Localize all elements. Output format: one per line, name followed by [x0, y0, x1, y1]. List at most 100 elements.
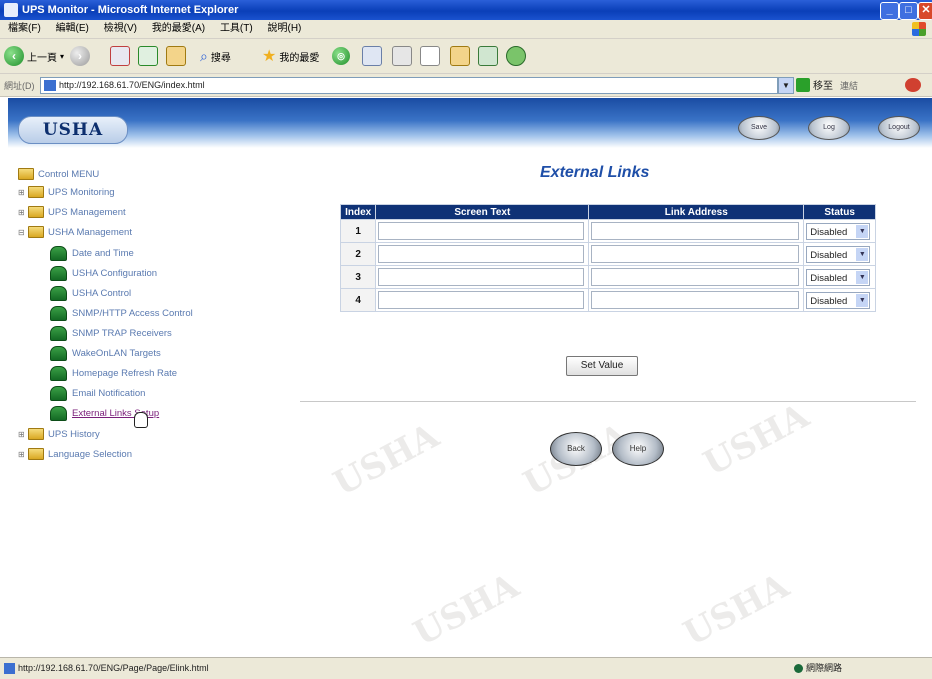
sidebar-item-snmp-http-access-control[interactable]: SNMP/HTTP Access Control	[50, 306, 193, 321]
page-title: External Links	[540, 164, 650, 181]
status-select[interactable]: Disabled ▼	[806, 291, 871, 309]
screen-text-cell	[376, 289, 589, 311]
sidebar-item-label: SNMP TRAP Receivers	[72, 328, 172, 339]
home-button[interactable]	[166, 44, 186, 68]
sidebar-item-label: USHA Configuration	[72, 268, 158, 279]
menu-view[interactable]: 檢視(V)	[104, 20, 137, 38]
status-cell: Disabled ▼	[804, 266, 875, 288]
set-value-button[interactable]: Set Value	[566, 356, 638, 376]
status-select[interactable]: Disabled ▼	[806, 222, 871, 240]
internet-zone-icon	[794, 664, 803, 673]
screen-text-input[interactable]	[378, 291, 585, 309]
chevron-down-icon: ▼	[856, 247, 869, 261]
forward-button[interactable]: ›	[70, 44, 90, 68]
folder-button[interactable]	[450, 44, 470, 68]
address-dropdown-button[interactable]: ▼	[778, 77, 794, 94]
media-button[interactable]: ◎	[332, 44, 350, 68]
link-address-input[interactable]	[591, 245, 800, 263]
close-button[interactable]: ✕	[918, 2, 932, 20]
tree-group-language-selection[interactable]: ⊞ Language Selection	[18, 448, 132, 460]
go-button[interactable]: 移至	[796, 77, 833, 92]
media-icon: ◎	[332, 47, 350, 65]
sidebar-item-label: USHA Control	[72, 288, 132, 299]
row-index: 3	[341, 266, 376, 288]
screen-text-input[interactable]	[378, 268, 585, 286]
print-button[interactable]	[420, 44, 440, 68]
menu-favorites[interactable]: 我的最愛(A)	[152, 20, 205, 38]
sidebar-item-usha-configuration[interactable]: USHA Configuration	[50, 266, 157, 281]
link-address-cell	[589, 243, 804, 265]
extension-icon[interactable]	[905, 78, 921, 92]
page-icon	[50, 386, 67, 401]
history-button[interactable]	[362, 44, 382, 68]
link-address-input[interactable]	[591, 222, 800, 240]
table-header-row: Index Screen Text Link Address Status	[341, 205, 875, 219]
link-address-cell	[589, 220, 804, 242]
sidebar-item-date-and-time[interactable]: Date and Time	[50, 246, 134, 261]
link-address-input[interactable]	[591, 268, 800, 286]
tree-group-ups-history[interactable]: ⊞ UPS History	[18, 428, 100, 440]
expand-icon[interactable]: ⊞	[18, 208, 28, 217]
watermark: USHA	[407, 565, 526, 655]
link-address-input[interactable]	[591, 291, 800, 309]
column-header-screen-text: Screen Text	[376, 205, 589, 219]
sidebar-item-wakeonlan-targets[interactable]: WakeOnLAN Targets	[50, 346, 161, 361]
row-index: 4	[341, 289, 376, 311]
mail-button[interactable]	[392, 44, 412, 68]
menu-edit[interactable]: 編輯(E)	[56, 20, 89, 38]
header-logout-button[interactable]: Logout	[878, 116, 920, 140]
status-value: Disabled	[810, 226, 848, 238]
tree-group-ups-management[interactable]: ⊞ UPS Management	[18, 206, 126, 218]
go-label: 移至	[813, 81, 833, 92]
maximize-button[interactable]: □	[899, 2, 918, 20]
sidebar-item-snmp-trap-receivers[interactable]: SNMP TRAP Receivers	[50, 326, 172, 341]
links-label[interactable]: 連結	[840, 79, 858, 92]
screen-text-input[interactable]	[378, 222, 585, 240]
tree-group-ups-monitoring[interactable]: ⊞ UPS Monitoring	[18, 186, 115, 198]
favorites-button[interactable]: ★ 我的最愛	[262, 44, 319, 68]
menu-file[interactable]: 檔案(F)	[8, 20, 41, 38]
help-nav-button[interactable]: Help	[612, 432, 664, 466]
address-bar: 網址(D) http://192.168.61.70/ENG/index.htm…	[0, 74, 932, 97]
status-select[interactable]: Disabled ▼	[806, 245, 871, 263]
tree-group-usha-management[interactable]: ⊟ USHA Management	[18, 226, 132, 238]
expand-icon[interactable]: ⊞	[18, 188, 28, 197]
screen-text-input[interactable]	[378, 245, 585, 263]
header-save-button[interactable]: Save	[738, 116, 780, 140]
research-icon	[478, 46, 498, 66]
screen-text-cell	[376, 243, 589, 265]
page-icon	[50, 266, 67, 281]
back-button[interactable]: ‹ 上一頁 ▾	[4, 44, 64, 68]
sidebar-item-usha-control[interactable]: USHA Control	[50, 286, 131, 301]
search-button[interactable]: ⌕ 搜尋	[200, 44, 231, 68]
history-icon	[362, 46, 382, 66]
tree-root[interactable]: Control MENU	[18, 168, 99, 180]
collapse-icon[interactable]: ⊟	[18, 228, 28, 237]
sidebar-item-homepage-refresh-rate[interactable]: Homepage Refresh Rate	[50, 366, 177, 381]
tree-group-label: UPS History	[48, 428, 100, 440]
header-log-button[interactable]: Log	[808, 116, 850, 140]
stop-button[interactable]	[110, 44, 130, 68]
watermark: USHA	[327, 415, 446, 505]
status-cell: Disabled ▼	[804, 243, 875, 265]
minimize-button[interactable]: _	[880, 2, 899, 20]
status-select[interactable]: Disabled ▼	[806, 268, 871, 286]
address-input[interactable]: http://192.168.61.70/ENG/index.html	[40, 77, 778, 94]
column-header-index: Index	[341, 205, 376, 219]
page-icon	[50, 246, 67, 261]
sidebar-item-email-notification[interactable]: Email Notification	[50, 386, 145, 401]
back-nav-button[interactable]: Back	[550, 432, 602, 466]
page-icon	[50, 326, 67, 341]
table-row: 2 Disabled ▼	[341, 243, 875, 265]
page-icon	[50, 346, 67, 361]
chevron-down-icon: ▼	[856, 293, 869, 307]
research-button[interactable]	[478, 44, 498, 68]
expand-icon[interactable]: ⊞	[18, 430, 28, 439]
messenger-button[interactable]	[506, 44, 526, 68]
menu-tools[interactable]: 工具(T)	[220, 20, 253, 38]
status-value: Disabled	[810, 249, 848, 261]
menu-help[interactable]: 說明(H)	[268, 20, 302, 38]
expand-icon[interactable]: ⊞	[18, 450, 28, 459]
refresh-button[interactable]	[138, 44, 158, 68]
print-icon	[420, 46, 440, 66]
